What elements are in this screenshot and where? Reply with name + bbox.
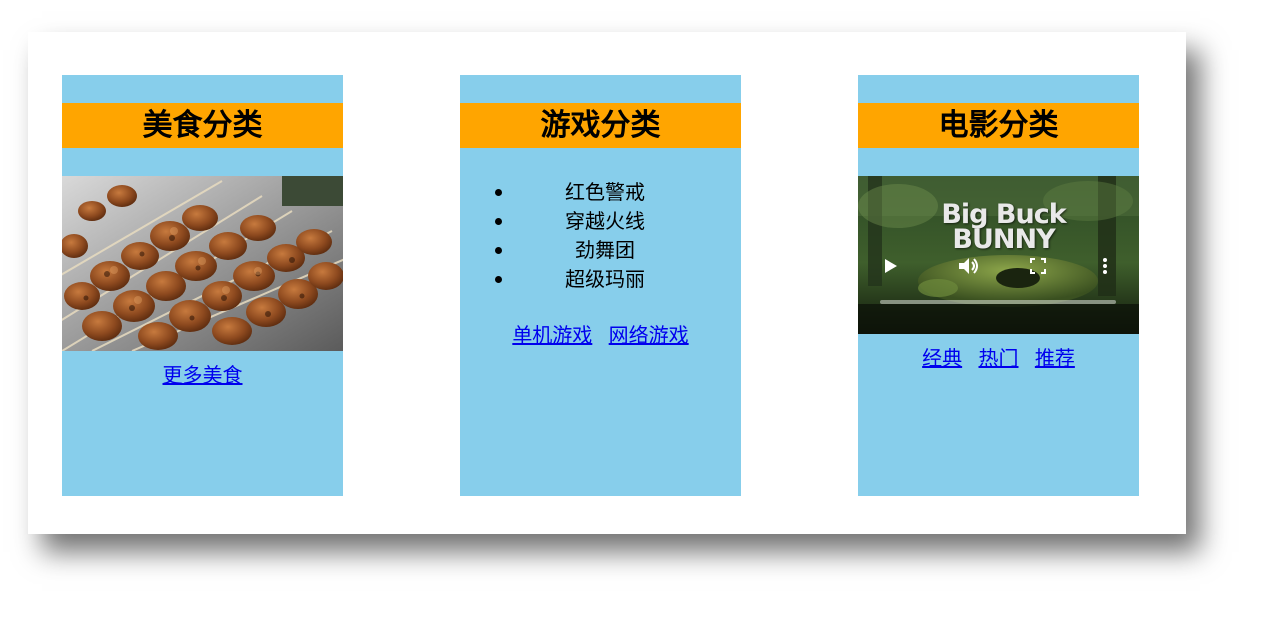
online-games-link[interactable]: 网络游戏 [609,323,689,347]
food-category-title: 美食分类 [62,103,343,148]
game-links: 单机游戏 网络游戏 [460,319,741,348]
popular-movies-link[interactable]: 热门 [979,346,1019,370]
game-list-item: 穿越火线 [495,207,715,236]
movie-links: 经典 热门 推荐 [858,342,1139,371]
game-item-label: 穿越火线 [565,209,645,233]
game-category-title: 游戏分类 [460,103,741,148]
game-list-item: 超级玛丽 [495,265,715,294]
game-list-item: 劲舞团 [495,236,715,265]
recommended-movies-link[interactable]: 推荐 [1035,346,1075,370]
bullet-icon [495,276,502,283]
video-progress-bar[interactable] [880,300,1116,304]
food-links: 更多美食 [62,359,343,388]
play-icon[interactable] [884,258,898,278]
food-skewers-image-art [62,176,343,351]
movie-category-card: 电影分类 Big Buck BUNNY 经典 热门 推荐 [858,75,1139,496]
page-canvas: 美食分类 更多美食 游戏分类 红色警戒 穿越火线 劲舞团 超级玛丽 单机游戏 网… [28,32,1186,534]
bullet-icon [495,247,502,254]
game-item-label: 超级玛丽 [565,267,645,291]
bullet-icon [495,218,502,225]
video-player[interactable]: Big Buck BUNNY [858,176,1139,334]
classic-movies-link[interactable]: 经典 [922,346,962,370]
game-item-label: 劲舞团 [575,238,635,262]
fullscreen-icon[interactable] [1030,258,1046,278]
more-options-icon[interactable] [1102,257,1108,279]
game-item-label: 红色警戒 [565,180,645,204]
food-category-card: 美食分类 更多美食 [62,75,343,496]
movie-category-title: 电影分类 [858,103,1139,148]
game-list-item: 红色警戒 [495,178,715,207]
single-player-games-link[interactable]: 单机游戏 [512,323,592,347]
volume-icon[interactable] [958,256,980,280]
more-food-link[interactable]: 更多美食 [163,363,243,387]
game-category-card: 游戏分类 红色警戒 穿越火线 劲舞团 超级玛丽 单机游戏 网络游戏 [460,75,741,496]
game-list: 红色警戒 穿越火线 劲舞团 超级玛丽 [495,178,715,294]
food-skewers-image [62,176,343,351]
bullet-icon [495,189,502,196]
video-title-line2: BUNNY [952,224,1055,255]
video-title-art: Big Buck BUNNY [936,201,1071,255]
